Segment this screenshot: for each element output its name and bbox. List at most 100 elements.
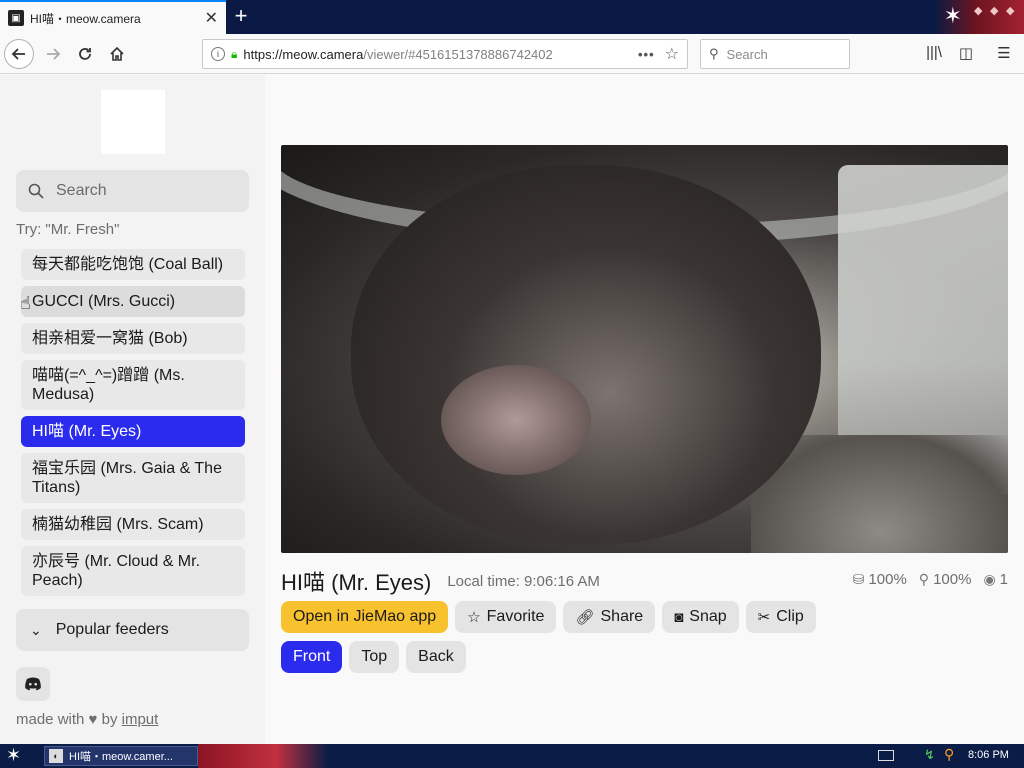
sidebar: Search Try: "Mr. Fresh" 每天都能吃饱饱 (Coal Ba… [0,75,265,744]
forward-arrow-icon [47,48,61,60]
credit-prefix: made with [16,711,85,728]
browser-tab-strip: ▣ HI喵・meow.camera ✕ + ✶ ◆ ◆ ◆ [0,0,1024,34]
view-front-label: Front [293,648,331,665]
clip-label: Clip [776,608,804,625]
start-menu-icon[interactable]: ✶ [6,745,21,766]
library-icon[interactable]: |||\ [924,44,944,64]
page-actions-icon[interactable]: ••• [638,47,655,62]
search-icon [28,183,44,199]
browser-search-input[interactable]: ⚲ Search [700,39,850,69]
heart-icon: ♥ [88,711,98,728]
navigation-bar: i 🔒︎ https://meow.camera/viewer/#4516151… [0,34,1024,74]
discord-button[interactable] [16,667,50,701]
camera-list: 每天都能吃饱饱 (Coal Ball) GUCCI (Mrs. Gucci) 相… [21,249,245,602]
camera-item[interactable]: 福宝乐园 (Mrs. Gaia & The Titans) [21,453,245,503]
search-icon: ⚲ [709,46,719,61]
search-tray-icon[interactable]: ⚲ [944,746,954,763]
view-top-button[interactable]: Top [349,641,400,673]
url-path: /viewer/#4516151378886742402 [363,46,553,62]
view-back-label: Back [418,648,454,665]
camera-search-input[interactable]: Search [16,170,249,212]
star-icon: ✶ [943,3,962,28]
back-arrow-icon [11,48,25,60]
back-button[interactable] [4,39,34,69]
taskbar-decoration [198,744,328,768]
camera-title: HI喵 (Mr. Eyes) [281,570,432,595]
url-bar[interactable]: i 🔒︎ https://meow.camera/viewer/#4516151… [202,39,688,69]
minimize-icon[interactable]: ◆ [974,4,982,17]
camera-item[interactable]: 喵喵(=^_^=)蹭蹭 (Ms. Medusa) [21,360,245,410]
reload-button[interactable] [70,39,100,69]
hand-cursor-icon: ☝ [20,293,31,313]
os-taskbar: ✶ ◐ HI喵・meow.camer... ↯ ⚲ 8:06 PM [0,744,1024,768]
clip-button[interactable]: ✂ Clip [745,601,816,633]
menu-icon[interactable]: ☰ [994,44,1014,64]
forward-button[interactable] [38,39,68,69]
chevron-down-icon: ⌄ [30,621,42,638]
favorite-button[interactable]: ☆ Favorite [455,601,557,633]
cat-face-highlight [441,365,591,475]
browser-search-placeholder: Search [726,46,768,62]
link-icon: 🔗︎ [575,609,595,626]
cat-silhouette [351,165,821,545]
maximize-icon[interactable]: ◆ [990,4,998,17]
scoop-icon: ⚲ [918,571,930,587]
share-label: Share [600,608,644,625]
viewer-main: HI喵 (Mr. Eyes) Local time: 9:06:16 AM ⛁ 1… [281,75,1024,744]
search-hint: Try: "Mr. Fresh" [16,221,120,238]
food-level: 100% [868,571,907,588]
close-tab-icon[interactable]: ✕ [205,8,218,28]
camera-item-active[interactable]: HI喵 (Mr. Eyes) [21,416,245,447]
food-stat: ⛁ 100% [853,571,907,588]
url-text: https://meow.camera/viewer/#451615137888… [243,47,632,62]
snap-button[interactable]: ◙ Snap [662,601,739,633]
close-window-icon[interactable]: ◆ [1006,4,1014,17]
camera-view-switcher: Front Top Back [281,641,473,673]
browser-app-icon: ◐ [49,749,63,763]
eye-icon: ◉ [983,571,996,587]
site-favicon-icon: ▣ [8,10,24,26]
browser-tab[interactable]: ▣ HI喵・meow.camera ✕ [0,0,226,34]
home-button[interactable] [102,39,132,69]
camera-info-row: HI喵 (Mr. Eyes) Local time: 9:06:16 AM ⛁ 1… [281,565,1008,597]
camera-icon: ◙ [674,608,684,626]
taskbar-clock: 8:06 PM [968,749,1009,761]
camera-item[interactable]: 每天都能吃饱饱 (Coal Ball) [21,249,245,280]
home-icon [110,46,124,61]
lock-icon[interactable]: 🔒︎ [231,47,237,62]
local-time: Local time: 9:06:16 AM [447,572,600,590]
scoop-level: 100% [933,571,972,588]
view-front-button[interactable]: Front [281,641,343,673]
share-button[interactable]: 🔗︎ Share [563,601,656,633]
viewer-count: 1 [999,571,1008,588]
view-back-button[interactable]: Back [406,641,466,673]
camera-item[interactable]: 楠猫幼稚园 (Mrs. Scam) [21,509,245,540]
page-content: Search Try: "Mr. Fresh" 每天都能吃饱饱 (Coal Ba… [0,75,1024,744]
url-host: https://meow.camera [243,46,364,62]
open-app-button[interactable]: Open in JieMao app [281,601,449,633]
reload-icon [79,48,91,60]
camera-item[interactable]: 相亲相爱一窝猫 (Bob) [21,323,245,354]
credit-link[interactable]: imput [122,711,159,728]
snap-label: Snap [689,608,727,625]
network-icon[interactable]: ↯ [924,747,935,763]
feeder-stats: ⛁ 100% ⚲ 100% ◉ 1 [841,571,1008,588]
camera-video[interactable] [281,145,1008,553]
info-icon[interactable]: i [211,47,225,61]
keyboard-icon[interactable] [878,750,894,761]
bookmark-star-icon[interactable]: ☆ [665,44,679,64]
scoop-stat: ⚲ 100% [919,571,972,588]
camera-item[interactable]: 亦辰号 (Mr. Cloud & Mr. Peach) [21,546,245,596]
new-tab-button[interactable]: + [230,3,252,31]
camera-item[interactable]: GUCCI (Mrs. Gucci) [21,286,245,317]
credit-line: made with ♥ by imput [16,711,158,728]
popular-feeders-toggle[interactable]: ⌄ Popular feeders [16,609,249,651]
tab-title: HI喵・meow.camera [30,11,141,26]
sidebar-toggle-icon[interactable]: ◫ [956,44,976,64]
discord-icon [25,677,41,691]
view-top-label: Top [361,648,388,665]
site-logo[interactable] [101,90,165,154]
taskbar-window-button[interactable]: ◐ HI喵・meow.camer... [44,746,198,766]
food-container-icon: ⛁ [852,571,865,587]
camera-search-placeholder: Search [56,182,107,199]
